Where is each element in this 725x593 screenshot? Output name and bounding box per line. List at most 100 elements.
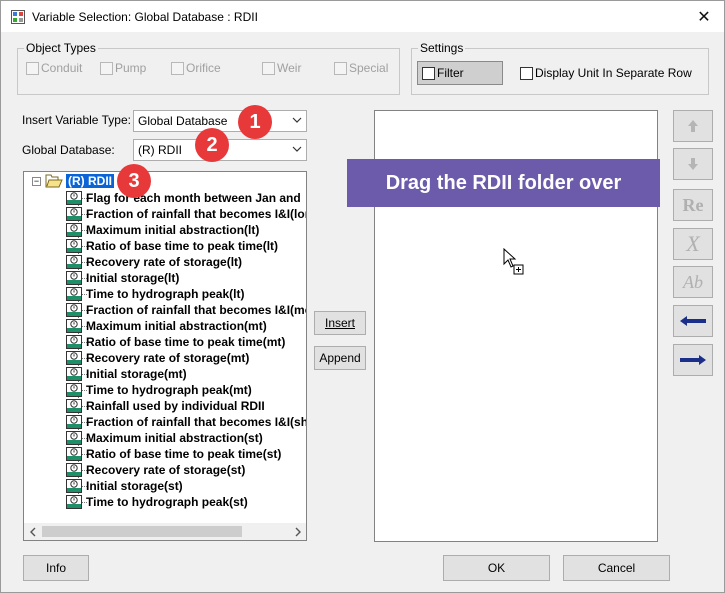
arrow-left-icon — [680, 316, 706, 326]
variable-icon — [66, 335, 82, 349]
horizontal-scrollbar[interactable] — [24, 523, 306, 540]
tree-variable-item[interactable]: Fraction of rainfall that becomes I&I(sh — [66, 414, 307, 430]
filter-toggle[interactable]: Filter — [417, 61, 503, 85]
tree-variable-item[interactable]: Maximum initial abstraction(st) — [66, 430, 263, 446]
tree-variable-label: Rainfall used by individual RDII — [86, 399, 265, 413]
tree-variable-item[interactable]: Recovery rate of storage(mt) — [66, 350, 249, 366]
folder-open-icon — [45, 174, 63, 188]
variable-icon — [66, 239, 82, 253]
variable-icon — [66, 191, 82, 205]
tree-variable-item[interactable]: Maximum initial abstraction(mt) — [66, 318, 267, 334]
tree-variable-item[interactable]: Ratio of base time to peak time(st) — [66, 446, 281, 462]
weir-label: Weir — [277, 61, 302, 75]
tree-variable-item[interactable]: Recovery rate of storage(st) — [66, 462, 245, 478]
tree-variable-item[interactable]: Time to hydrograph peak(st) — [66, 494, 248, 510]
tree-variable-item[interactable]: Time to hydrograph peak(lt) — [66, 286, 244, 302]
arrow-up-icon — [688, 120, 698, 132]
move-down-button[interactable] — [673, 148, 713, 180]
tree-variable-label: Flag for each month between Jan and — [86, 191, 301, 205]
tree-variable-item[interactable]: Recovery rate of storage(lt) — [66, 254, 242, 270]
pump-checkbox[interactable]: Pump — [100, 61, 146, 75]
delete-button[interactable]: X — [673, 228, 713, 260]
app-icon — [10, 9, 26, 25]
variable-icon — [66, 271, 82, 285]
chevron-down-icon — [292, 142, 302, 159]
info-button[interactable]: Info — [23, 555, 89, 581]
chevron-down-icon — [292, 113, 302, 130]
collapse-icon[interactable]: − — [32, 176, 41, 186]
tree-variable-label: Recovery rate of storage(st) — [86, 463, 246, 477]
filter-checkbox[interactable]: Filter — [422, 66, 464, 80]
scroll-left-icon[interactable] — [25, 524, 40, 539]
display-unit-label: Display Unit In Separate Row — [535, 66, 692, 80]
tree-variable-item[interactable]: Initial storage(st) — [66, 478, 183, 494]
tree-variable-item[interactable]: Ratio of base time to peak time(lt) — [66, 238, 278, 254]
conduit-checkbox[interactable]: Conduit — [26, 61, 82, 75]
settings-legend: Settings — [420, 41, 464, 55]
tree-variable-label: Time to hydrograph peak(lt) — [86, 287, 245, 301]
orifice-checkbox[interactable]: Orifice — [171, 61, 221, 75]
tree-variable-item[interactable]: Time to hydrograph peak(mt) — [66, 382, 252, 398]
variable-icon — [66, 399, 82, 413]
cancel-button-label: Cancel — [597, 561, 636, 575]
rename-button[interactable]: Re — [673, 189, 713, 221]
tree-variable-label: Initial storage(mt) — [86, 367, 187, 381]
variable-icon — [66, 303, 82, 317]
variable-selection-window: Variable Selection: Global Database : RD… — [0, 0, 725, 593]
tree-variable-item[interactable]: Flag for each month between Jan and — [66, 190, 301, 206]
variable-icon — [66, 223, 82, 237]
close-icon[interactable]: ✕ — [694, 7, 714, 27]
insert-variable-type-select[interactable]: Global Database — [133, 110, 307, 132]
scroll-right-icon[interactable] — [290, 524, 305, 539]
tree-variable-item[interactable]: Ratio of base time to peak time(mt) — [66, 334, 285, 350]
title-bar: Variable Selection: Global Database : RD… — [1, 1, 724, 32]
tree-variable-label: Recovery rate of storage(mt) — [86, 351, 250, 365]
tree-variable-label: Initial storage(lt) — [86, 271, 180, 285]
filter-label: Filter — [437, 66, 464, 80]
tree-variable-item[interactable]: Maximum initial abstraction(lt) — [66, 222, 259, 238]
tree-variable-item[interactable]: Fraction of rainfall that becomes I&I(me — [66, 302, 306, 318]
special-label: Special — [349, 61, 389, 75]
tree-variable-label: Fraction of rainfall that becomes I&I(sh — [86, 415, 307, 429]
ok-button[interactable]: OK — [443, 555, 550, 581]
variable-icon — [66, 255, 82, 269]
conduit-label: Conduit — [41, 61, 83, 75]
append-button-label: Append — [319, 351, 361, 365]
scroll-thumb[interactable] — [42, 526, 242, 537]
move-left-button[interactable] — [673, 305, 713, 337]
insert-button[interactable]: Insert — [314, 311, 366, 335]
tree-variable-label: Fraction of rainfall that becomes I&I(lo… — [86, 207, 307, 221]
pump-check-box[interactable] — [100, 61, 113, 75]
tree-variable-label: Ratio of base time to peak time(st) — [86, 447, 282, 461]
delete-icon: X — [686, 231, 700, 256]
weir-check-box[interactable] — [262, 61, 275, 75]
variable-tree[interactable]: − (R) RDII Flag for each month between J… — [23, 171, 307, 541]
variable-icon — [66, 415, 82, 429]
orifice-label: Orifice — [186, 61, 221, 75]
special-check-box[interactable] — [334, 61, 347, 75]
tree-variable-item[interactable]: Rainfall used by individual RDII — [66, 398, 265, 414]
append-button[interactable]: Append — [314, 346, 366, 370]
orifice-check-box[interactable] — [171, 61, 184, 75]
special-checkbox[interactable]: Special — [334, 61, 388, 75]
cancel-button[interactable]: Cancel — [563, 555, 670, 581]
weir-checkbox[interactable]: Weir — [262, 61, 301, 75]
conduit-check-box[interactable] — [26, 61, 39, 75]
tree-variable-label: Ratio of base time to peak time(lt) — [86, 239, 279, 253]
variable-icon — [66, 447, 82, 461]
tree-variable-item[interactable]: Initial storage(lt) — [66, 270, 179, 286]
tree-variable-label: Time to hydrograph peak(st) — [86, 495, 248, 509]
tree-variable-item[interactable]: Fraction of rainfall that becomes I&I(lo… — [66, 206, 307, 222]
tree-variable-label: Maximum initial abstraction(st) — [86, 431, 263, 445]
filter-check-box[interactable] — [422, 66, 435, 80]
pump-label: Pump — [115, 61, 147, 75]
move-right-button[interactable] — [673, 344, 713, 376]
display-unit-checkbox[interactable]: Display Unit In Separate Row — [520, 66, 692, 80]
tree-variable-item[interactable]: Initial storage(mt) — [66, 366, 187, 382]
display-unit-check-box[interactable] — [520, 66, 533, 80]
tree-root-label[interactable]: (R) RDII — [65, 173, 115, 189]
abbreviate-button[interactable]: Ab — [673, 266, 713, 298]
variable-icon — [66, 367, 82, 381]
tree-root-row[interactable]: − (R) RDII — [32, 173, 115, 189]
move-up-button[interactable] — [673, 110, 713, 142]
